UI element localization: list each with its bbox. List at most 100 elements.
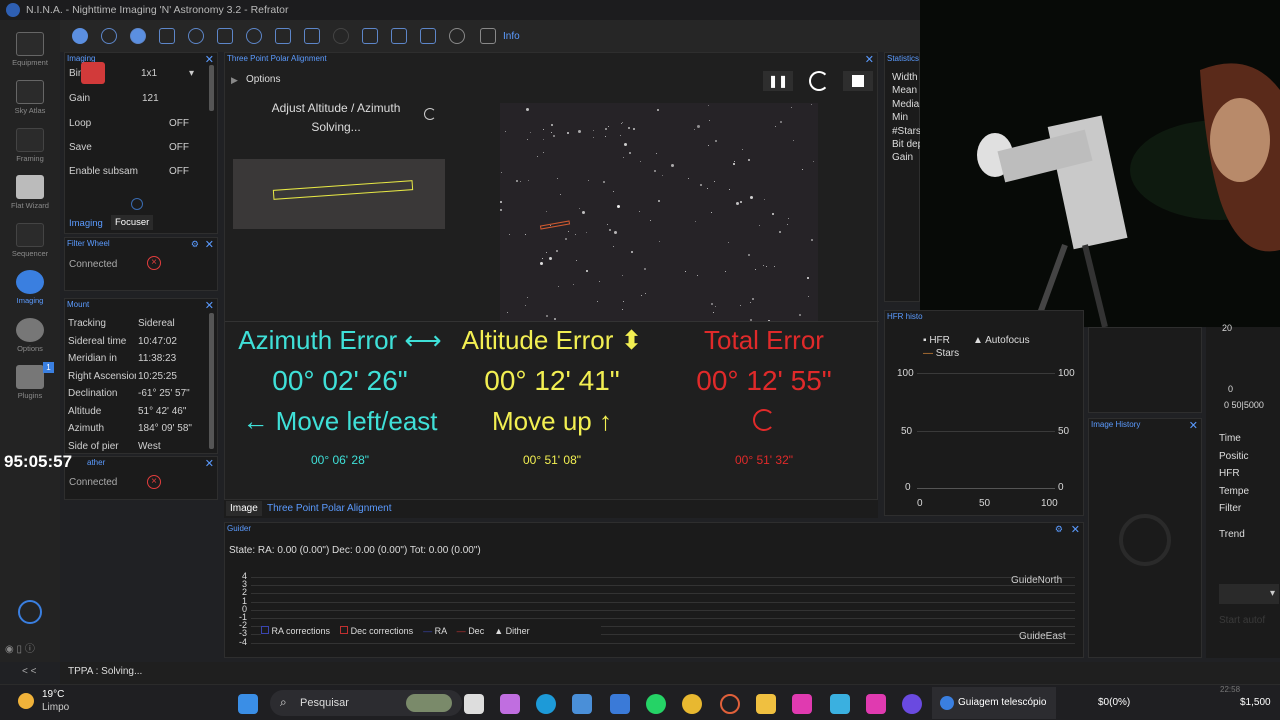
- subsample-toggle[interactable]: OFF: [169, 166, 189, 177]
- bar-chart-tab-icon[interactable]: [391, 28, 407, 44]
- mount-row-value: 10:47:02: [138, 335, 177, 347]
- mount-row-label: Sidereal time: [68, 335, 127, 347]
- disconnected-icon[interactable]: ×: [147, 475, 161, 489]
- options-toggle[interactable]: Options: [246, 74, 280, 85]
- disconnected-icon[interactable]: ×: [147, 256, 161, 270]
- rotator-tab-icon[interactable]: [188, 28, 204, 44]
- close-icon[interactable]: ✕: [1071, 523, 1080, 536]
- info-icon[interactable]: ⓘ: [25, 644, 35, 655]
- sidebar-item-imaging[interactable]: Imaging: [0, 270, 60, 305]
- weather-desc[interactable]: Limpo: [42, 702, 69, 713]
- guide-east-label: GuideEast: [1019, 631, 1066, 642]
- camera-tab-icon[interactable]: [72, 28, 88, 44]
- framing-tab-icon[interactable]: [159, 28, 175, 44]
- copilot-icon[interactable]: [500, 694, 520, 714]
- star-dot: [520, 180, 522, 182]
- star-dot: [546, 314, 549, 317]
- sidebar-item-equipment[interactable]: Equipment: [0, 32, 60, 67]
- scrollbar[interactable]: [209, 313, 214, 449]
- sidebar-item-plugins[interactable]: Plugins 1: [0, 362, 60, 400]
- star-dot: [780, 121, 783, 124]
- guider-title: Guider: [227, 524, 252, 533]
- autofocus-select[interactable]: ▾: [1219, 584, 1279, 604]
- info-tab-label[interactable]: Info: [503, 31, 520, 42]
- star-dot: [556, 178, 558, 180]
- app-icon[interactable]: [830, 694, 850, 714]
- filter-wheel-status: Connected: [69, 259, 118, 270]
- filter-wheel-tab-icon[interactable]: [101, 28, 117, 44]
- chevron-down-icon[interactable]: ▾: [189, 68, 194, 79]
- store-icon[interactable]: [572, 694, 592, 714]
- app-icon[interactable]: [866, 694, 886, 714]
- pause-button[interactable]: ❚❚: [763, 71, 793, 91]
- star-dot: [578, 208, 580, 210]
- close-icon[interactable]: ✕: [865, 53, 874, 66]
- loop-toggle[interactable]: OFF: [169, 118, 189, 129]
- bulb-tab-icon[interactable]: [449, 28, 465, 44]
- stop-button[interactable]: [843, 71, 873, 91]
- chrome-icon[interactable]: [682, 694, 702, 714]
- power-icon[interactable]: [18, 600, 42, 624]
- close-icon[interactable]: ✕: [205, 53, 214, 66]
- collapse-sidebar-button[interactable]: < <: [22, 666, 36, 677]
- star-dot: [546, 210, 548, 212]
- observatory-tab-icon[interactable]: [362, 28, 378, 44]
- gain-input[interactable]: 121: [142, 93, 159, 104]
- shield-tab-icon[interactable]: [480, 28, 496, 44]
- star-dot: [750, 196, 753, 200]
- tab-image[interactable]: Image: [226, 501, 262, 516]
- search-placeholder: Pesquisar: [300, 697, 349, 709]
- star-field-image: [500, 103, 818, 321]
- star-dot: [551, 123, 554, 126]
- origin-icon[interactable]: [720, 694, 740, 714]
- tab-focuser[interactable]: Focuser: [111, 215, 154, 230]
- save-toggle[interactable]: OFF: [169, 142, 189, 153]
- moon-weather-icon: [18, 693, 34, 709]
- settings-icon[interactable]: ⚙: [191, 239, 199, 250]
- dome-tab-icon[interactable]: [333, 28, 349, 44]
- sliders-tab-icon[interactable]: [304, 28, 320, 44]
- task-view-icon[interactable]: [464, 694, 484, 714]
- sidebar-item-framing[interactable]: Framing: [0, 128, 60, 163]
- active-task[interactable]: Guiagem telescópio: [932, 687, 1056, 719]
- star-dot: [790, 107, 792, 109]
- search-box[interactable]: ⌕ Pesquisar: [270, 690, 462, 716]
- close-icon[interactable]: ✕: [205, 457, 214, 470]
- webcam-scene: [920, 0, 1280, 327]
- windows-start-icon[interactable]: [238, 694, 258, 714]
- sidebar-item-flat-wizard[interactable]: Flat Wizard: [0, 175, 60, 210]
- close-icon[interactable]: ✕: [205, 238, 214, 251]
- star-dot: [792, 139, 794, 141]
- whatsapp-icon[interactable]: [646, 694, 666, 714]
- folder-icon[interactable]: [756, 694, 776, 714]
- eye-icon[interactable]: ◉: [5, 644, 14, 655]
- refresh-icon[interactable]: [809, 71, 829, 91]
- scrollbar[interactable]: [209, 65, 214, 111]
- tab-three-point-polar-alignment[interactable]: Three Point Polar Alignment: [267, 503, 392, 514]
- weather-temp[interactable]: 19°C: [42, 689, 64, 700]
- wave-tab-icon[interactable]: [420, 28, 436, 44]
- close-icon[interactable]: ✕: [205, 299, 214, 312]
- star-dot: [732, 163, 735, 166]
- start-autofocus-button[interactable]: Start autof: [1219, 615, 1265, 626]
- tab-imaging[interactable]: Imaging: [69, 218, 103, 229]
- settings-icon[interactable]: ⚙: [1055, 524, 1063, 535]
- stellarium-icon[interactable]: [902, 694, 922, 714]
- sidebar-item-options[interactable]: Options: [0, 318, 60, 353]
- app-icon[interactable]: [610, 694, 630, 714]
- capture-icon[interactable]: [131, 198, 143, 210]
- sequence-tab-icon[interactable]: [275, 28, 291, 44]
- focuser-tab-icon[interactable]: [130, 28, 146, 44]
- edge-icon[interactable]: [536, 694, 556, 714]
- sidebar-item-sky-atlas[interactable]: Sky Atlas: [0, 80, 60, 115]
- star-dot: [552, 135, 555, 138]
- close-icon[interactable]: ✕: [1189, 419, 1198, 432]
- star-dot: [708, 145, 710, 147]
- app-icon[interactable]: [792, 694, 812, 714]
- mount-tab-icon[interactable]: [217, 28, 233, 44]
- gain-label: Gain: [69, 93, 91, 104]
- expand-arrow-icon[interactable]: ▶: [231, 75, 238, 86]
- sidebar-item-sequencer[interactable]: Sequencer: [0, 223, 60, 258]
- guider-tab-icon[interactable]: [246, 28, 262, 44]
- book-icon[interactable]: ▯: [17, 644, 23, 655]
